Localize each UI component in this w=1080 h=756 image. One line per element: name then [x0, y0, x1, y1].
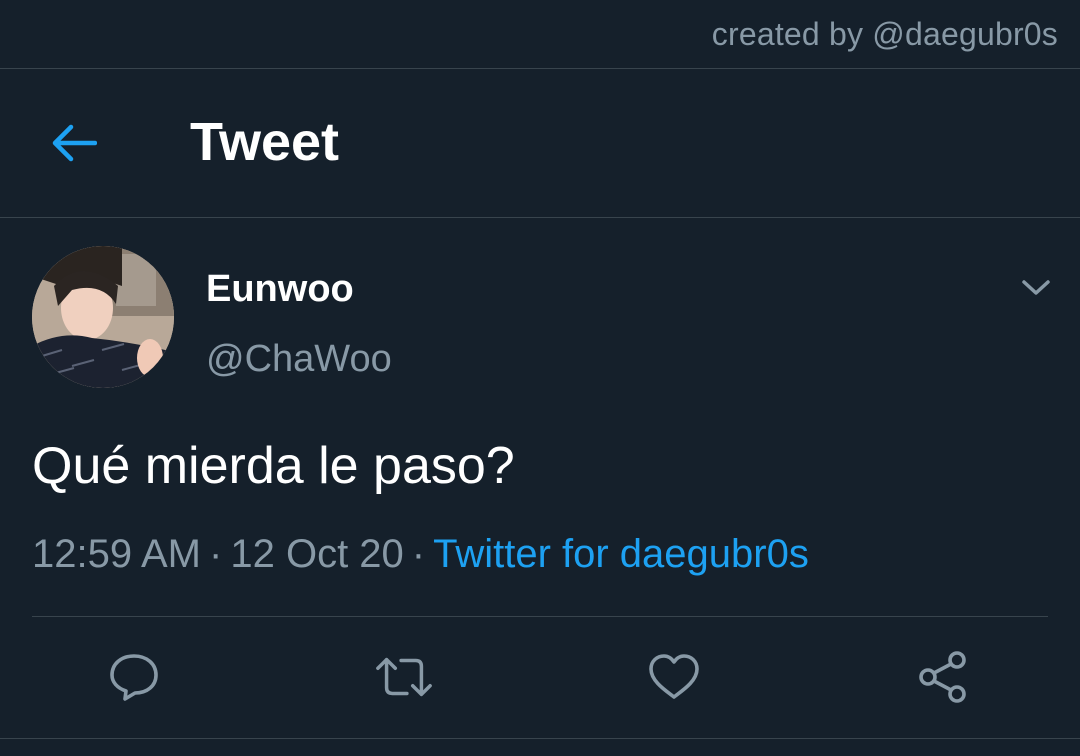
credit-bar: created by @daegubr0s	[0, 0, 1080, 69]
tweet: Eunwoo @ChaWoo Qué mierda le paso? 12:59…	[0, 218, 1080, 738]
chevron-down-icon	[1022, 280, 1050, 295]
reply-icon	[110, 654, 158, 701]
tweet-metadata: 12:59 AM · 12 Oct 20 · Twitter for daegubr0s	[32, 532, 809, 577]
divider	[0, 738, 1080, 739]
back-button[interactable]	[44, 115, 104, 171]
separator: ·	[411, 532, 426, 576]
like-icon	[649, 654, 699, 699]
display-name[interactable]: Eunwoo	[206, 268, 354, 311]
tweet-source-link[interactable]: Twitter for daegubr0s	[433, 532, 809, 576]
user-handle[interactable]: @ChaWoo	[206, 338, 392, 381]
action-bar	[0, 617, 1080, 737]
tweet-detail-screen: created by @daegubr0s Tweet Eunwoo @ChaW…	[0, 0, 1080, 756]
credit-text: created by @daegubr0s	[711, 16, 1058, 52]
avatar-photo	[32, 246, 174, 388]
reply-button[interactable]	[104, 647, 164, 707]
tweet-date: 12 Oct 20	[230, 532, 404, 576]
avatar[interactable]	[32, 246, 174, 388]
retweet-icon	[376, 657, 432, 697]
separator: ·	[209, 532, 223, 576]
share-icon	[919, 651, 966, 703]
header-bar: Tweet	[0, 69, 1080, 218]
tweet-text: Qué mierda le paso?	[32, 437, 515, 495]
retweet-button[interactable]	[374, 647, 434, 707]
more-options-button[interactable]	[1016, 270, 1056, 306]
tweet-time: 12:59 AM	[32, 532, 202, 576]
arrow-left-icon	[52, 124, 97, 162]
page-title: Tweet	[190, 112, 340, 172]
like-button[interactable]	[644, 647, 704, 707]
share-button[interactable]	[914, 647, 974, 707]
